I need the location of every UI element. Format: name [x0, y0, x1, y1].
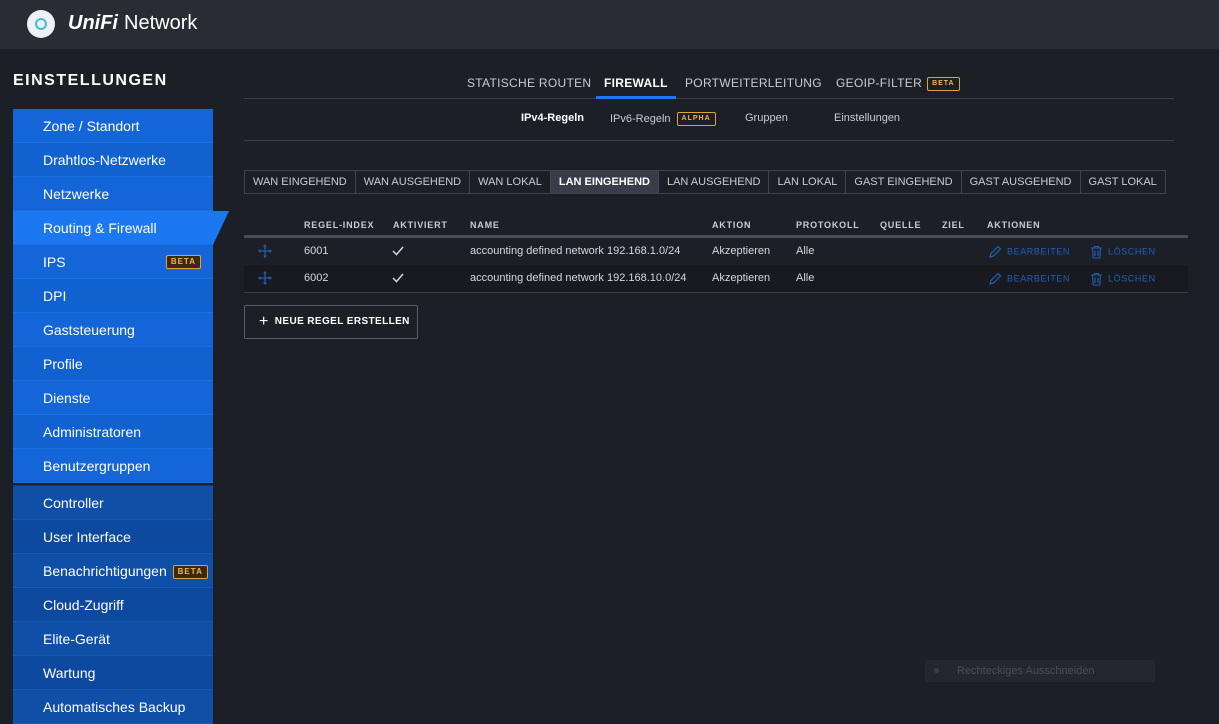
- sidebar-item-networks[interactable]: Netzwerke: [13, 177, 213, 211]
- subtab-ipv6-rules[interactable]: IPv6-Regeln ALPHA: [610, 112, 716, 126]
- sidebar-item-wireless[interactable]: Drahtlos-Netzwerke: [13, 143, 213, 177]
- sidebar-item-guest-control[interactable]: Gaststeuerung: [13, 313, 213, 347]
- col-header-action[interactable]: AKTION: [712, 220, 751, 230]
- delete-button[interactable]: LÖSCHEN: [1090, 272, 1156, 286]
- drag-handle-icon[interactable]: [258, 244, 272, 258]
- subtab-ipv4-rules[interactable]: IPv4-Regeln: [521, 112, 584, 124]
- ruleset-wan-out[interactable]: WAN AUSGEHEND: [356, 171, 471, 193]
- col-header-actions: AKTIONEN: [987, 220, 1041, 230]
- rule-index: 6002: [304, 272, 329, 284]
- rule-index: 6001: [304, 245, 329, 257]
- table-row: 6001 accounting defined network 192.168.…: [244, 238, 1188, 265]
- tab-geoip-filter[interactable]: GEOIP-FILTER BETA: [836, 70, 960, 98]
- rule-name: accounting defined network 192.168.1.0/2…: [470, 245, 681, 257]
- trash-icon: [1091, 245, 1102, 259]
- tab-port-forwarding[interactable]: PORTWEITERLEITUNG: [685, 70, 822, 98]
- sidebar: Zone / Standort Drahtlos-Netzwerke Netzw…: [13, 109, 229, 724]
- delete-button[interactable]: LÖSCHEN: [1090, 245, 1156, 259]
- alpha-badge: ALPHA: [676, 112, 716, 126]
- record-dot-icon: [934, 668, 939, 673]
- col-header-dest[interactable]: ZIEL: [942, 220, 965, 230]
- sidebar-group-site: Zone / Standort Drahtlos-Netzwerke Netzw…: [13, 109, 229, 483]
- sidebar-item-dpi[interactable]: DPI: [13, 279, 213, 313]
- top-tabs: STATISCHE ROUTEN FIREWALL PORTWEITERLEIT…: [244, 70, 1174, 99]
- sidebar-item-admins[interactable]: Administratoren: [13, 415, 213, 449]
- pencil-icon: [989, 272, 1002, 285]
- trash-icon: [1091, 272, 1102, 286]
- sidebar-item-notifications[interactable]: Benachrichtigungen BETA: [13, 554, 213, 588]
- snip-overlay: Rechteckiges Ausschneiden: [925, 660, 1155, 682]
- sidebar-group-controller: Controller User Interface Benachrichtigu…: [13, 485, 213, 724]
- rule-action: Akzeptieren: [712, 272, 771, 284]
- pencil-icon: [989, 245, 1002, 258]
- subtab-groups[interactable]: Gruppen: [745, 112, 788, 124]
- ruleset-guest-out[interactable]: GAST AUSGEHEND: [962, 171, 1081, 193]
- sidebar-item-maintenance[interactable]: Wartung: [13, 656, 213, 690]
- sidebar-item-cloud-access[interactable]: Cloud-Zugriff: [13, 588, 213, 622]
- rule-protocol: Alle: [796, 245, 815, 257]
- sidebar-item-controller[interactable]: Controller: [13, 486, 213, 520]
- ruleset-lan-local[interactable]: LAN LOKAL: [769, 171, 847, 193]
- sidebar-item-elite-device[interactable]: Elite-Gerät: [13, 622, 213, 656]
- rule-protocol: Alle: [796, 272, 815, 284]
- tab-firewall[interactable]: FIREWALL: [596, 70, 676, 99]
- rule-name: accounting defined network 192.168.10.0/…: [470, 272, 687, 284]
- sidebar-item-user-groups[interactable]: Benutzergruppen: [13, 449, 213, 483]
- rule-action: Akzeptieren: [712, 245, 771, 257]
- edit-button[interactable]: BEARBEITEN: [988, 272, 1070, 286]
- sidebar-item-auto-backup[interactable]: Automatisches Backup: [13, 690, 213, 724]
- ruleset-guest-local[interactable]: GAST LOKAL: [1081, 171, 1165, 193]
- create-rule-button[interactable]: + NEUE REGEL ERSTELLEN: [244, 305, 418, 339]
- table-row: 6002 accounting defined network 192.168.…: [244, 265, 1188, 293]
- ruleset-wan-local[interactable]: WAN LOKAL: [470, 171, 551, 193]
- drag-handle-icon[interactable]: [258, 271, 272, 285]
- unifi-logo-icon[interactable]: [27, 10, 55, 38]
- beta-badge: BETA: [165, 255, 201, 269]
- ruleset-wan-in[interactable]: WAN EINGEHEND: [245, 171, 356, 193]
- ruleset-lan-out[interactable]: LAN AUSGEHEND: [659, 171, 770, 193]
- brand-unifi: UniFi: [68, 12, 118, 34]
- sidebar-item-ips[interactable]: IPS BETA: [13, 245, 213, 279]
- tab-static-routes[interactable]: STATISCHE ROUTEN: [467, 70, 591, 98]
- sub-tabs: IPv4-Regeln IPv6-Regeln ALPHA Gruppen Ein…: [244, 104, 1174, 141]
- brand-network: Network: [124, 12, 198, 34]
- ruleset-guest-in[interactable]: GAST EINGEHEND: [846, 171, 962, 193]
- settings-title: EINSTELLUNGEN: [13, 72, 168, 89]
- sidebar-item-routing-firewall[interactable]: Routing & Firewall: [13, 211, 229, 245]
- beta-badge: BETA: [172, 565, 208, 580]
- app-brand: UniFi Network: [68, 12, 197, 35]
- ruleset-lan-in[interactable]: LAN EINGEHEND: [550, 171, 659, 193]
- edit-button[interactable]: BEARBEITEN: [988, 245, 1070, 259]
- subtab-settings[interactable]: Einstellungen: [834, 112, 900, 124]
- rule-set-selector: WAN EINGEHEND WAN AUSGEHEND WAN LOKAL LA…: [244, 170, 1166, 194]
- col-header-enabled[interactable]: AKTIVIERT: [393, 220, 448, 230]
- check-icon: [392, 246, 404, 256]
- col-header-source[interactable]: QUELLE: [880, 220, 921, 230]
- col-header-protocol[interactable]: PROTOKOLL: [796, 220, 860, 230]
- col-header-name[interactable]: NAME: [470, 220, 500, 230]
- sidebar-item-profiles[interactable]: Profile: [13, 347, 213, 381]
- sidebar-item-zone[interactable]: Zone / Standort: [13, 109, 213, 143]
- check-icon: [392, 273, 404, 283]
- col-header-index[interactable]: REGEL-INDEX: [304, 220, 374, 230]
- top-bar: UniFi Network: [0, 0, 1219, 49]
- sidebar-item-services[interactable]: Dienste: [13, 381, 213, 415]
- plus-icon: +: [259, 313, 269, 330]
- beta-badge: BETA: [927, 76, 960, 91]
- sidebar-item-user-interface[interactable]: User Interface: [13, 520, 213, 554]
